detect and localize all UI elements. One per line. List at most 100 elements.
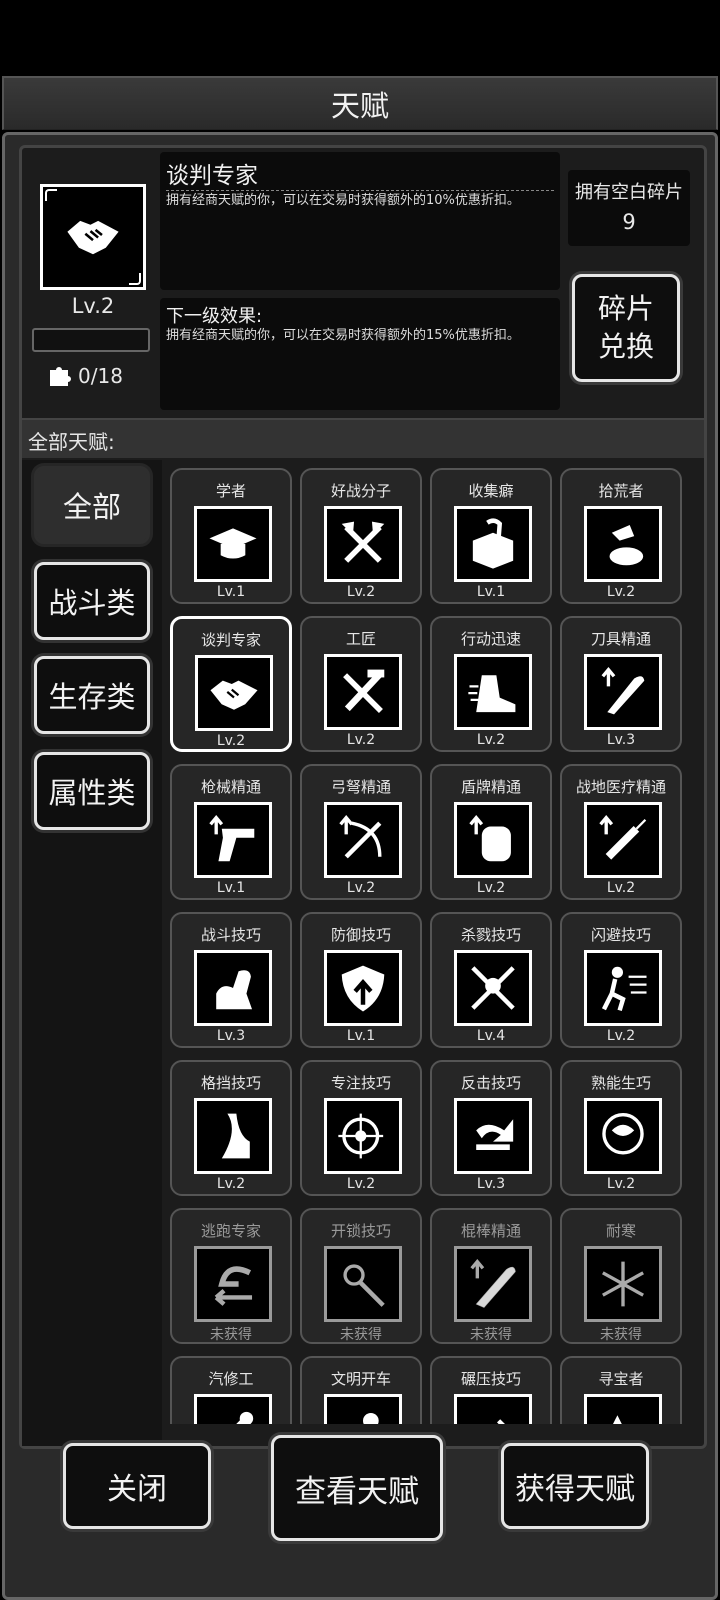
talent-card-name: 寻宝者 (598, 1370, 644, 1388)
lockpick-icon (343, 1264, 385, 1307)
crossed-swords-icon (471, 966, 515, 1010)
get-talent-button[interactable]: 获得天赋 (501, 1443, 649, 1529)
shield-icon (469, 814, 511, 862)
talent-card[interactable]: 盾牌精通 Lv.2 (430, 764, 552, 900)
talent-card-name: 战地医疗精通 (575, 778, 666, 796)
talent-card-level: Lv.2 (216, 733, 246, 749)
talent-card[interactable]: 弓弩精通 Lv.2 (300, 764, 422, 900)
talent-card[interactable]: 战地医疗精通 Lv.2 (560, 764, 682, 900)
talent-card-level: Lv.2 (216, 1176, 246, 1192)
pistol-icon (209, 814, 255, 862)
talent-card-level: Lv.1 (216, 584, 246, 600)
handshake-icon (210, 680, 258, 710)
talent-card-icon-frame (324, 802, 402, 878)
blank-fragment-label: 拥有空白碎片 (575, 182, 683, 203)
talent-card[interactable]: 枪械精通 Lv.1 (170, 764, 292, 900)
category-tab-attribute[interactable]: 属性类 (34, 752, 150, 830)
talent-name: 谈判专家 (166, 156, 554, 191)
talent-card-name: 收集癖 (468, 482, 514, 500)
handshake-icon (67, 220, 119, 255)
talent-card-level: 未获得 (210, 1327, 252, 1343)
category-tab-combat[interactable]: 战斗类 (34, 562, 150, 640)
hammer-saw-icon (343, 669, 385, 714)
talent-card[interactable]: 逃跑专家 未获得 (170, 1208, 292, 1344)
talent-card[interactable]: 专注技巧 Lv.2 (300, 1060, 422, 1196)
talent-card[interactable]: 汽修工 (170, 1356, 292, 1424)
talent-card[interactable]: 杀戮技巧 Lv.4 (430, 912, 552, 1048)
talent-card-name: 熟能生巧 (590, 1074, 651, 1092)
category-tab-survival[interactable]: 生存类 (34, 656, 150, 734)
close-button[interactable]: 关闭 (63, 1443, 211, 1529)
talent-card[interactable]: 碾压技巧 (430, 1356, 552, 1424)
next-level-label: 下一级效果: (166, 306, 263, 327)
blank-fragment-box: 拥有空白碎片 9 (568, 170, 690, 246)
talent-card[interactable]: 防御技巧 Lv.1 (300, 912, 422, 1048)
talent-card-name: 拾荒者 (598, 482, 644, 500)
talent-card-icon-frame (584, 1246, 662, 1322)
scavenge-hand-icon (609, 524, 644, 566)
talent-card[interactable]: 学者 Lv.1 (170, 468, 292, 604)
talent-description-box: 谈判专家 拥有经商天赋的你，可以在交易时获得额外的10%优惠折扣。 (160, 152, 560, 290)
talent-card-icon-frame (454, 654, 532, 730)
flexed-arm-icon (216, 970, 253, 1010)
talent-card-icon-frame (324, 1098, 402, 1174)
talent-card-icon-frame (454, 950, 532, 1026)
talent-card-name: 战斗技巧 (200, 926, 261, 944)
talent-card-icon-frame (584, 802, 662, 878)
box-hand-icon (472, 518, 514, 569)
blank-fragment-count: 9 (622, 210, 636, 234)
fragment-count-row: 0/18 (48, 364, 123, 388)
talent-card-name: 行动迅速 (460, 630, 521, 648)
talent-card-name: 耐寒 (605, 1222, 636, 1240)
talent-card-level: Lv.3 (606, 732, 636, 748)
talent-card-name: 盾牌精通 (460, 778, 521, 796)
talent-card-level: Lv.2 (606, 1028, 636, 1044)
talent-card[interactable]: 刀具精通 Lv.3 (560, 616, 682, 752)
crossbow-icon (339, 814, 382, 859)
talent-card-name: 好战分子 (330, 482, 391, 500)
talent-card[interactable]: 行动迅速 Lv.2 (430, 616, 552, 752)
talent-card-level: Lv.2 (476, 732, 506, 748)
fragment-exchange-label: 碎片 兑换 (597, 292, 654, 363)
talent-card-name: 学者 (215, 482, 246, 500)
talent-card-level: Lv.2 (346, 732, 376, 748)
machete-icon (601, 666, 645, 715)
talent-card[interactable]: 熟能生巧 Lv.2 (560, 1060, 682, 1196)
talent-card[interactable]: 耐寒 未获得 (560, 1208, 682, 1344)
talent-card-icon-frame (584, 950, 662, 1026)
category-tab-all[interactable]: 全部 (34, 466, 150, 544)
talent-card[interactable]: 闪避技巧 Lv.2 (560, 912, 682, 1048)
talent-card-icon-frame (324, 950, 402, 1026)
talent-card[interactable]: 谈判专家 Lv.2 (170, 616, 292, 752)
fragment-exchange-button[interactable]: 碎片 兑换 (572, 274, 680, 382)
talent-card-icon-frame (324, 1246, 402, 1322)
talent-card[interactable]: 格挡技巧 Lv.2 (170, 1060, 292, 1196)
talent-description: 拥有经商天赋的你，可以在交易时获得额外的10%优惠折扣。 (166, 193, 520, 208)
talent-card-icon-frame (195, 655, 273, 731)
talent-card-icon-frame (324, 654, 402, 730)
talent-card-icon-frame (194, 1098, 272, 1174)
talent-card[interactable]: 棍棒精通 未获得 (430, 1208, 552, 1344)
talent-card-name: 文明开车 (330, 1370, 391, 1388)
talent-card[interactable]: 收集癖 Lv.1 (430, 468, 552, 604)
talent-card-name: 开锁技巧 (330, 1222, 391, 1240)
talent-card[interactable]: 文明开车 (300, 1356, 422, 1424)
talent-card-level: 未获得 (470, 1327, 512, 1343)
talent-card[interactable]: 好战分子 Lv.2 (300, 468, 422, 604)
view-talent-button[interactable]: 查看天赋 (271, 1435, 443, 1541)
talent-card[interactable]: 反击技巧 Lv.3 (430, 1060, 552, 1196)
talent-card-level: Lv.2 (606, 1176, 636, 1192)
selected-talent-icon-frame (40, 184, 146, 290)
talent-card-icon-frame (194, 950, 272, 1026)
talent-card-icon-frame (584, 1098, 662, 1174)
talent-card-name: 碾压技巧 (460, 1370, 521, 1388)
fragment-count: 0/18 (78, 364, 123, 388)
talent-card[interactable]: 战斗技巧 Lv.3 (170, 912, 292, 1048)
talent-card[interactable]: 工匠 Lv.2 (300, 616, 422, 752)
next-level-box: 下一级效果: 拥有经商天赋的你，可以在交易时获得额外的15%优惠折扣。 (160, 298, 560, 410)
talent-card-icon-frame (584, 506, 662, 582)
talent-card[interactable]: 拾荒者 Lv.2 (560, 468, 682, 604)
talent-card[interactable]: 寻宝者 (560, 1356, 682, 1424)
selected-level: Lv.2 (71, 294, 115, 318)
talent-card[interactable]: 开锁技巧 未获得 (300, 1208, 422, 1344)
